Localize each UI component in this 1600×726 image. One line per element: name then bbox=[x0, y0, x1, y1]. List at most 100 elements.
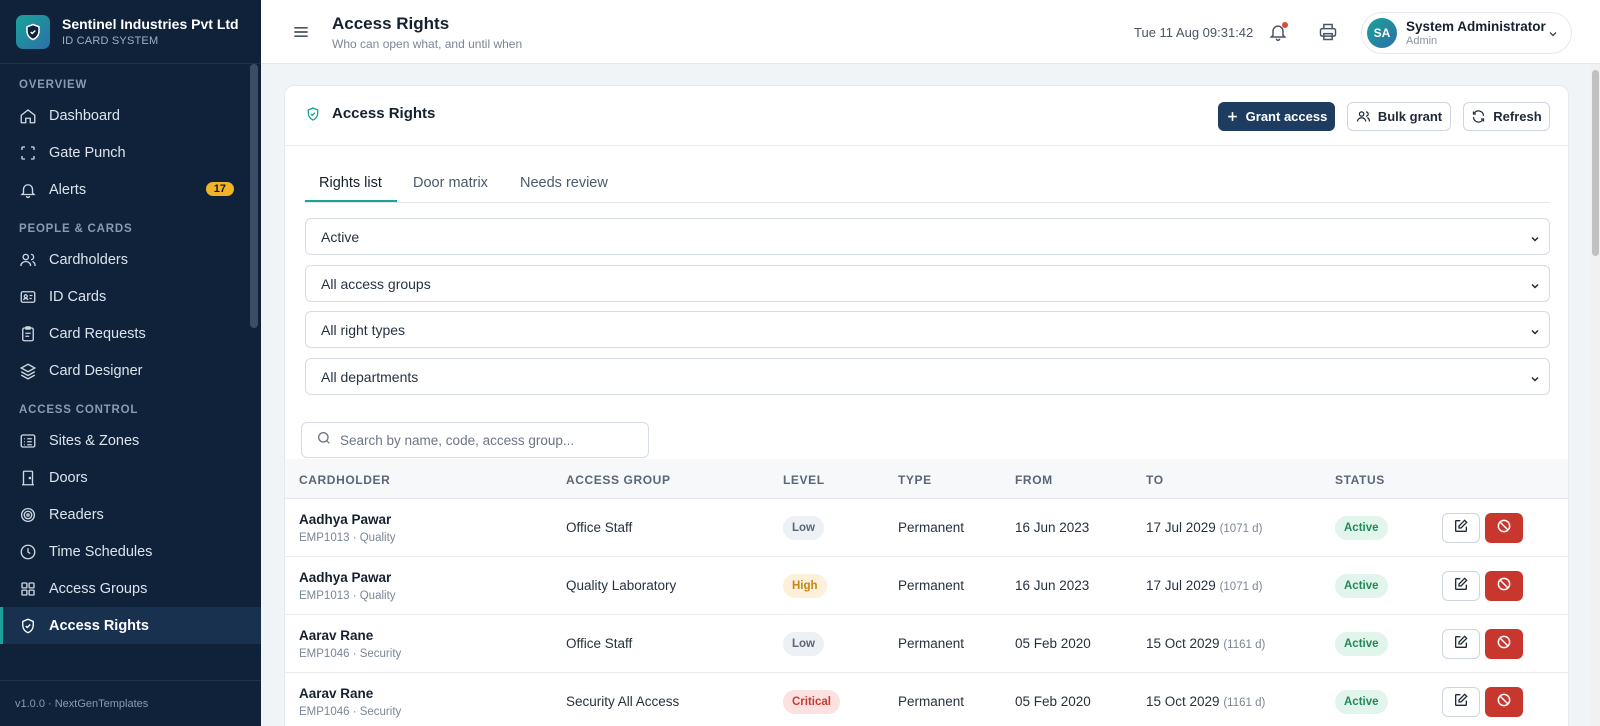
door-icon bbox=[19, 469, 37, 487]
grid-icon bbox=[19, 580, 37, 598]
top-header: Access Rights Who can open what, and unt… bbox=[261, 0, 1600, 64]
refresh-button[interactable]: Refresh bbox=[1463, 102, 1550, 131]
tab-needs-review[interactable]: Needs review bbox=[520, 175, 608, 191]
department-filter-value: All departments bbox=[321, 368, 419, 385]
tab-door-matrix[interactable]: Door matrix bbox=[413, 175, 488, 191]
target-icon bbox=[19, 506, 37, 524]
sidebar-item-cardholders[interactable]: Cardholders bbox=[0, 241, 261, 278]
department-filter-select[interactable]: All departments bbox=[305, 358, 1550, 395]
bulk-grant-button[interactable]: Bulk grant bbox=[1347, 102, 1451, 131]
to-date: 17 Jul 2029 bbox=[1146, 578, 1216, 593]
cardholder-name: Aarav Rane bbox=[299, 628, 374, 643]
status-filter-value: Active bbox=[321, 228, 360, 245]
refresh-label: Refresh bbox=[1493, 109, 1542, 124]
table-row[interactable]: Aarav Rane EMP1046 · Security Security A… bbox=[285, 673, 1568, 726]
sidebar-item-time-schedules[interactable]: Time Schedules bbox=[0, 533, 261, 570]
users-icon bbox=[19, 251, 37, 269]
days-remaining: (1071 d) bbox=[1219, 523, 1263, 535]
sidebar-item-readers[interactable]: Readers bbox=[0, 496, 261, 533]
type-cell: Permanent bbox=[898, 694, 965, 709]
level-badge: Low bbox=[783, 516, 824, 540]
sidebar-item-access-groups[interactable]: Access Groups bbox=[0, 570, 261, 607]
column-header-level[interactable]: LEVEL bbox=[783, 473, 825, 487]
tab-rights-list[interactable]: Rights list bbox=[319, 175, 382, 191]
active-tab-indicator bbox=[305, 200, 397, 202]
grant-access-button[interactable]: Grant access bbox=[1218, 102, 1335, 131]
edit-icon bbox=[1453, 576, 1469, 597]
to-date-cell: 15 Oct 2029 (1161 d) bbox=[1146, 636, 1265, 651]
edit-icon bbox=[1453, 518, 1469, 539]
edit-button[interactable] bbox=[1442, 629, 1480, 659]
access-group-filter-select[interactable]: All access groups bbox=[305, 265, 1550, 302]
list-icon bbox=[19, 432, 37, 450]
sidebar-item-alerts[interactable]: Alerts 17 bbox=[0, 171, 261, 208]
sidebar-item-label: Cardholders bbox=[49, 251, 128, 268]
plus-icon bbox=[1226, 110, 1239, 123]
revoke-button[interactable] bbox=[1485, 513, 1523, 543]
type-cell: Permanent bbox=[898, 636, 965, 651]
status-badge: Active bbox=[1335, 574, 1388, 598]
notifications-bell-icon[interactable] bbox=[1268, 22, 1288, 42]
column-header-type[interactable]: TYPE bbox=[898, 473, 932, 487]
sidebar-item-sites-zones[interactable]: Sites & Zones bbox=[0, 422, 261, 459]
edit-button[interactable] bbox=[1442, 513, 1480, 543]
search-input[interactable] bbox=[340, 432, 630, 448]
sidebar-item-dashboard[interactable]: Dashboard bbox=[0, 97, 261, 134]
chevron-down-icon bbox=[1547, 27, 1559, 45]
home-icon bbox=[19, 107, 37, 125]
revoke-button[interactable] bbox=[1485, 629, 1523, 659]
status-filter-select[interactable]: Active bbox=[305, 218, 1550, 255]
type-cell: Permanent bbox=[898, 520, 965, 535]
from-date-cell: 05 Feb 2020 bbox=[1015, 636, 1091, 651]
user-menu[interactable]: SA System Administrator Admin bbox=[1361, 12, 1572, 54]
table-row[interactable]: Aadhya Pawar EMP1013 · Quality Office St… bbox=[285, 499, 1568, 557]
access-group-filter-value: All access groups bbox=[321, 275, 431, 292]
right-type-filter-select[interactable]: All right types bbox=[305, 311, 1550, 348]
search-icon bbox=[316, 430, 332, 451]
card-header: Access Rights Grant access Bulk grant Re… bbox=[285, 86, 1568, 146]
column-header-cardholder[interactable]: CARDHOLDER bbox=[299, 473, 390, 487]
days-remaining: (1071 d) bbox=[1219, 581, 1263, 593]
cardholder-meta: EMP1046 · Security bbox=[299, 648, 402, 660]
layers-icon bbox=[19, 362, 37, 380]
chevron-down-icon bbox=[1529, 232, 1541, 248]
table-row[interactable]: Aarav Rane EMP1046 · Security Office Sta… bbox=[285, 615, 1568, 673]
status-badge: Active bbox=[1335, 632, 1388, 656]
column-header-from[interactable]: FROM bbox=[1015, 473, 1053, 487]
access-group-cell: Office Staff bbox=[566, 636, 633, 651]
to-date: 17 Jul 2029 bbox=[1146, 520, 1216, 535]
edit-button[interactable] bbox=[1442, 687, 1480, 717]
edit-button[interactable] bbox=[1442, 571, 1480, 601]
access-rights-card: Access Rights Grant access Bulk grant Re… bbox=[284, 85, 1569, 726]
revoke-button[interactable] bbox=[1485, 687, 1523, 717]
shield-check-icon bbox=[305, 106, 321, 122]
cardholder-name: Aadhya Pawar bbox=[299, 570, 392, 585]
page-scrollbar[interactable] bbox=[1591, 64, 1600, 726]
cardholder-name: Aarav Rane bbox=[299, 686, 374, 701]
column-header-to[interactable]: TO bbox=[1146, 473, 1164, 487]
column-header-status[interactable]: STATUS bbox=[1335, 473, 1385, 487]
column-header-access-group[interactable]: ACCESS GROUP bbox=[566, 473, 671, 487]
sidebar-item-label: Doors bbox=[49, 469, 88, 486]
sidebar-item-doors[interactable]: Doors bbox=[0, 459, 261, 496]
users-icon bbox=[1356, 109, 1371, 124]
status-badge: Active bbox=[1335, 690, 1388, 714]
type-cell: Permanent bbox=[898, 578, 965, 593]
sidebar-scrollbar[interactable] bbox=[250, 64, 258, 328]
sidebar-item-gate-punch[interactable]: Gate Punch bbox=[0, 134, 261, 171]
notification-dot bbox=[1282, 22, 1288, 28]
days-remaining: (1161 d) bbox=[1223, 697, 1266, 709]
hamburger-menu-icon[interactable] bbox=[291, 22, 311, 42]
revoke-button[interactable] bbox=[1485, 571, 1523, 601]
sidebar-item-access-rights[interactable]: Access Rights bbox=[0, 607, 261, 644]
table-row[interactable]: Aadhya Pawar EMP1013 · Quality Quality L… bbox=[285, 557, 1568, 615]
sidebar-item-label: Alerts bbox=[49, 181, 87, 198]
cardholder-meta: EMP1013 · Quality bbox=[299, 532, 396, 544]
printer-icon[interactable] bbox=[1318, 22, 1338, 42]
brand: Sentinel Industries Pvt Ltd ID CARD SYST… bbox=[0, 0, 261, 64]
sidebar-item-id-cards[interactable]: ID Cards bbox=[0, 278, 261, 315]
sidebar-item-card-requests[interactable]: Card Requests bbox=[0, 315, 261, 352]
ban-icon bbox=[1496, 576, 1512, 597]
tabs: Rights list Door matrix Needs review bbox=[305, 166, 1550, 203]
sidebar-item-card-designer[interactable]: Card Designer bbox=[0, 352, 261, 389]
